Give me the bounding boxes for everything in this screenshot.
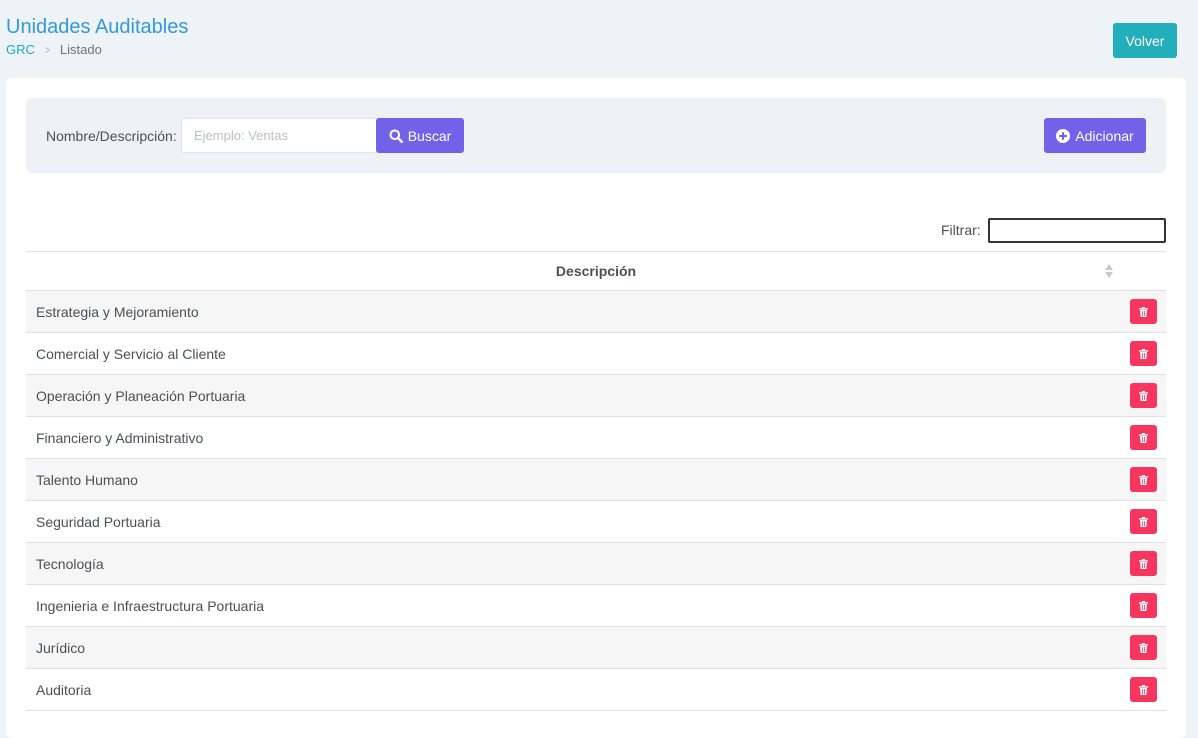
delete-button[interactable] xyxy=(1130,425,1157,450)
delete-button[interactable] xyxy=(1130,467,1157,492)
sort-icon xyxy=(1105,264,1113,278)
table-row: Estrategia y Mejoramiento xyxy=(26,291,1166,333)
table-body: Estrategia y Mejoramiento Comercial y Ser… xyxy=(26,291,1166,711)
trash-icon xyxy=(1139,516,1148,527)
column-header-label: Descripción xyxy=(555,263,637,279)
table-row: Jurídico xyxy=(26,627,1166,669)
breadcrumb-current: Listado xyxy=(59,42,102,57)
trash-icon xyxy=(1139,558,1148,569)
column-header-descripcion[interactable]: Descripción xyxy=(26,252,1166,291)
table-row: Tecnología xyxy=(26,543,1166,585)
trash-icon xyxy=(1139,432,1148,443)
search-panel: Nombre/Descripción: Buscar Adicionar xyxy=(26,98,1166,173)
delete-button[interactable] xyxy=(1130,677,1157,702)
units-table: Descripción Estrategia y Mejoramiento Com… xyxy=(26,251,1166,711)
table-row: Talento Humano xyxy=(26,459,1166,501)
search-button-label: Buscar xyxy=(407,127,452,144)
page-header: Unidades Auditables GRC > Listado xyxy=(6,15,188,57)
row-description: Jurídico xyxy=(36,639,86,656)
row-description: Tecnología xyxy=(36,555,104,572)
delete-button[interactable] xyxy=(1130,593,1157,618)
table-row: Comercial y Servicio al Cliente xyxy=(26,333,1166,375)
delete-button[interactable] xyxy=(1130,635,1157,660)
table-row: Operación y Planeación Portuaria xyxy=(26,375,1166,417)
breadcrumb: GRC > Listado xyxy=(6,42,188,57)
row-description: Talento Humano xyxy=(36,471,138,488)
delete-button[interactable] xyxy=(1130,383,1157,408)
filter-input[interactable] xyxy=(988,218,1166,243)
row-description: Estrategia y Mejoramiento xyxy=(36,303,199,320)
trash-icon xyxy=(1139,684,1148,695)
trash-icon xyxy=(1139,390,1148,401)
page-title: Unidades Auditables xyxy=(6,16,189,38)
delete-button[interactable] xyxy=(1130,509,1157,534)
breadcrumb-link-grc[interactable]: GRC xyxy=(6,42,35,57)
chevron-right-icon: > xyxy=(44,42,50,57)
trash-icon xyxy=(1139,306,1148,317)
row-description: Ingenieria e Infraestructura Portuaria xyxy=(36,597,265,614)
add-button[interactable]: Adicionar xyxy=(1044,118,1146,153)
search-label: Nombre/Descripción: xyxy=(46,128,177,144)
trash-icon xyxy=(1139,348,1148,359)
row-description: Operación y Planeación Portuaria xyxy=(36,387,246,404)
plus-circle-icon xyxy=(1056,128,1071,143)
back-button[interactable]: Volver xyxy=(1113,23,1177,58)
add-button-label: Adicionar xyxy=(1075,127,1134,144)
table-row: Seguridad Portuaria xyxy=(26,501,1166,543)
delete-button[interactable] xyxy=(1130,551,1157,576)
row-description: Seguridad Portuaria xyxy=(36,513,161,530)
row-description: Auditoria xyxy=(36,681,92,698)
search-button[interactable]: Buscar xyxy=(376,118,464,153)
search-input[interactable] xyxy=(181,118,377,153)
row-description: Financiero y Administrativo xyxy=(36,429,204,446)
trash-icon xyxy=(1139,600,1148,611)
filter-label: Filtrar: xyxy=(941,222,981,238)
table-row: Ingenieria e Infraestructura Portuaria xyxy=(26,585,1166,627)
delete-button[interactable] xyxy=(1130,341,1157,366)
search-icon xyxy=(389,129,403,143)
delete-button[interactable] xyxy=(1130,299,1157,324)
trash-icon xyxy=(1139,474,1148,485)
trash-icon xyxy=(1139,642,1148,653)
table-row: Auditoria xyxy=(26,669,1166,711)
row-description: Comercial y Servicio al Cliente xyxy=(36,345,226,362)
content-card: Nombre/Descripción: Buscar Adicionar Fil… xyxy=(6,78,1186,738)
table-row: Financiero y Administrativo xyxy=(26,417,1166,459)
